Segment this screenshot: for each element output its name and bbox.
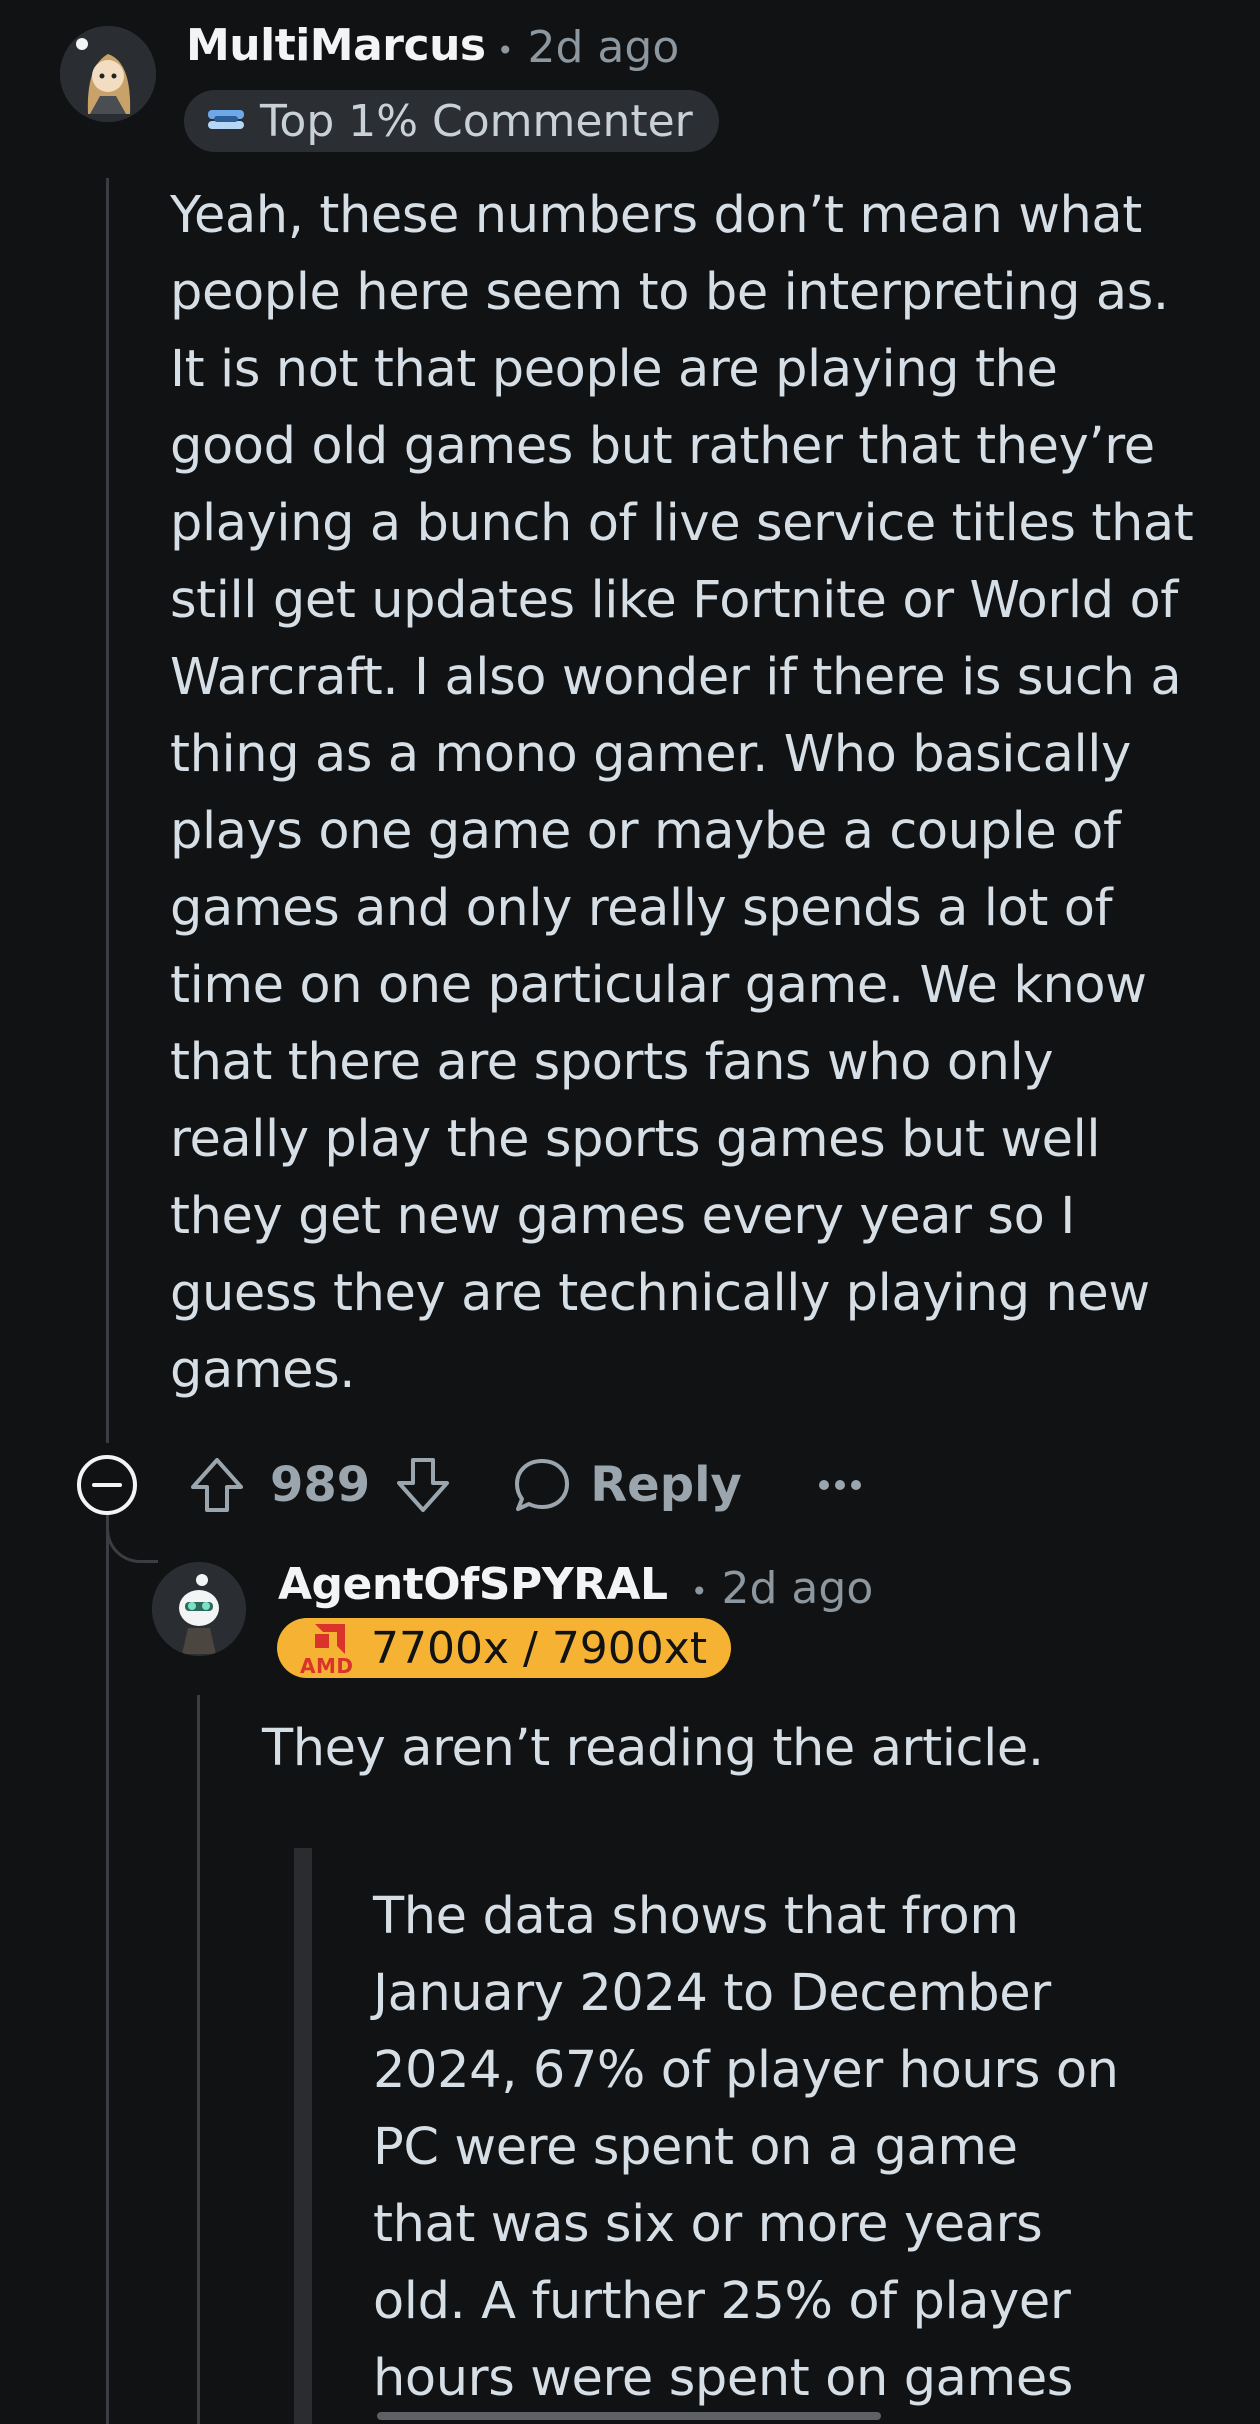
reply-username[interactable]: AgentOfSPYRAL	[278, 1559, 668, 1610]
body-line: playing a bunch of live service titles t…	[170, 494, 1194, 553]
thread-line-main-lower	[106, 1515, 109, 2424]
quote-line: old. A further 25% of player	[373, 2272, 1071, 2331]
reply-label: Reply	[590, 1457, 742, 1513]
comment-flair-text: Top 1% Commenter	[260, 95, 693, 147]
body-line: they get new games every year so I	[170, 1187, 1075, 1246]
body-line: games and only really spends a lot of	[170, 879, 1113, 938]
comment-body: Yeah, these numbers don’t mean what peop…	[170, 177, 1230, 1409]
avatar-image	[60, 26, 156, 122]
body-line: It is not that people are playing the	[170, 340, 1058, 399]
thread-line-reply	[197, 1695, 200, 2424]
vote-count: 989	[270, 1457, 371, 1513]
body-line: time on one particular game. We know	[170, 956, 1147, 1015]
horizontal-scrollbar[interactable]	[377, 2412, 881, 2420]
body-line: Yeah, these numbers don’t mean what	[170, 186, 1142, 245]
comment-actions: 989 Reply	[74, 1450, 872, 1520]
downvote-icon[interactable]	[390, 1452, 456, 1518]
quote-line: hours were spent on games	[373, 2349, 1073, 2408]
reply-timestamp: • 2d ago	[691, 1563, 873, 1614]
body-line: guess they are technically playing new	[170, 1264, 1150, 1323]
body-line: that there are sports fans who only	[170, 1033, 1054, 1092]
top-commenter-badge-icon	[206, 106, 246, 136]
quote-line: January 2024 to December	[373, 1964, 1051, 2023]
meta-separator: •	[691, 1574, 708, 1608]
thread-line-main	[106, 178, 109, 1443]
body-line: still get updates like Fortnite or World…	[170, 571, 1178, 630]
upvote-icon[interactable]	[184, 1452, 250, 1518]
reply-button[interactable]: Reply	[510, 1453, 742, 1517]
avatar[interactable]	[60, 26, 156, 122]
reply-avatar-image	[152, 1562, 246, 1656]
blockquote-bar	[294, 1848, 312, 2424]
reply-flair-text: 7700x / 7900xt	[371, 1622, 708, 1674]
amd-logo-text: AMD	[300, 1654, 354, 1678]
comment-username[interactable]: MultiMarcus	[186, 20, 486, 71]
reply-body: They aren’t reading the article.	[262, 1719, 1044, 1778]
quote-line: PC were spent on a game	[373, 2118, 1018, 2177]
quote-line: The data shows that from	[373, 1887, 1019, 1946]
reply-flair: AMD 7700x / 7900xt	[277, 1618, 732, 1678]
amd-logo-icon: AMD	[297, 1620, 363, 1678]
collapse-icon[interactable]	[74, 1452, 140, 1518]
body-line: thing as a mono gamer. Who basically	[170, 725, 1131, 784]
comment-timestamp: • 2d ago	[497, 22, 679, 73]
body-line: good old games but rather that they’re	[170, 417, 1155, 476]
body-line: really play the sports games but well	[170, 1110, 1101, 1169]
quote-line: that was six or more years	[373, 2195, 1043, 2254]
body-line: people here seem to be interpreting as.	[170, 263, 1169, 322]
body-line: plays one game or maybe a couple of	[170, 802, 1121, 861]
comment-flair: Top 1% Commenter	[184, 90, 719, 152]
reply-connector	[106, 1515, 158, 1563]
reply-bubble-icon	[510, 1453, 574, 1517]
body-line: Warcraft. I also wonder if there is such…	[170, 648, 1182, 707]
blockquote: The data shows that from January 2024 to…	[373, 1878, 1213, 2417]
reply-time: 2d ago	[721, 1563, 874, 1614]
meta-separator: •	[497, 33, 514, 67]
comment-time: 2d ago	[527, 22, 680, 73]
quote-line: 2024, 67% of player hours on	[373, 2041, 1119, 2100]
more-options-icon[interactable]	[808, 1453, 872, 1517]
reply-avatar[interactable]	[152, 1562, 246, 1656]
body-line: games.	[170, 1341, 356, 1400]
